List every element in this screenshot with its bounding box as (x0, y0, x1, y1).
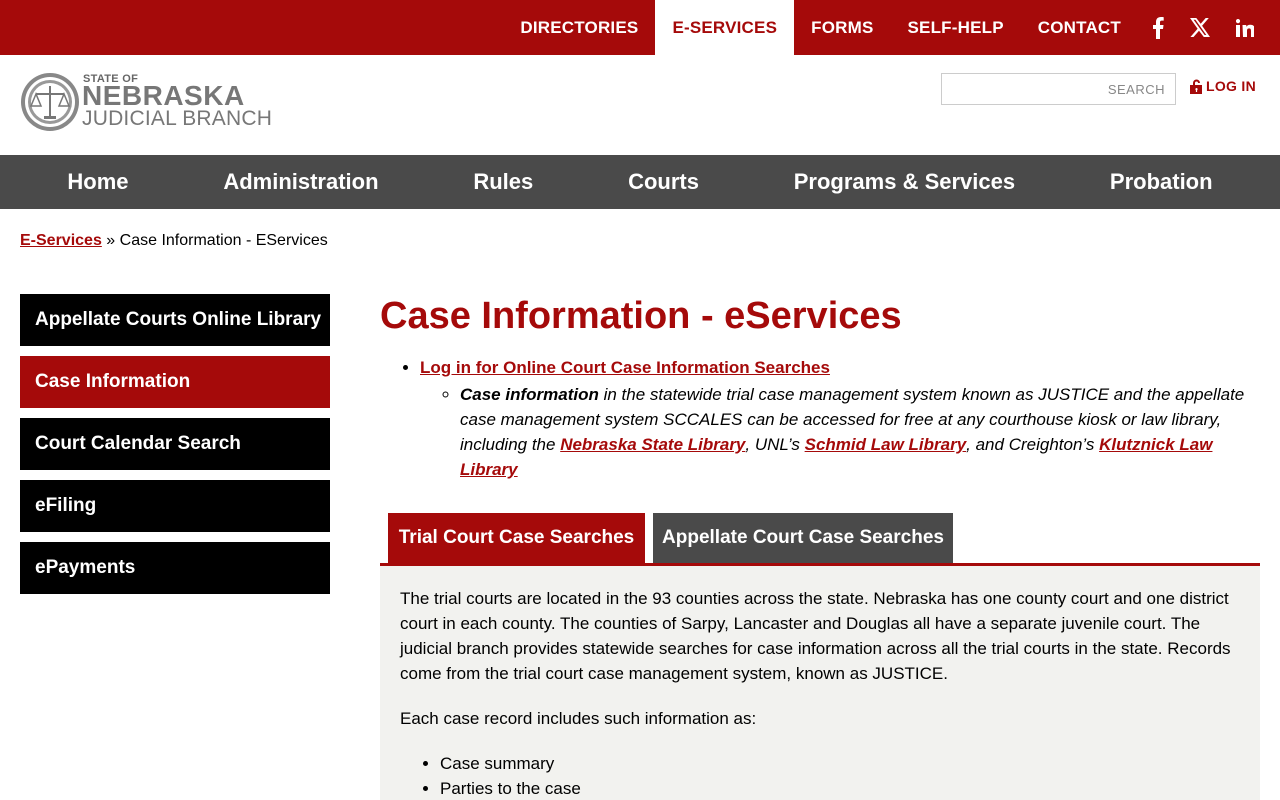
nav-contact[interactable]: CONTACT (1021, 0, 1138, 55)
schmid-law-library-link[interactable]: Schmid Law Library (805, 435, 967, 454)
nav-e-services[interactable]: E-SERVICES (655, 0, 795, 55)
page-title: Case Information - eServices (380, 295, 902, 337)
sub-text-3: , and Creighton’s (966, 434, 1100, 454)
logo-judicial-branch: JUDICIAL BRANCH (82, 107, 273, 130)
sub-text-2: , UNL’s (745, 434, 805, 454)
list-item: Parties to the case (440, 776, 1240, 800)
main-nav-programs-services[interactable]: Programs & Services (794, 169, 1015, 195)
site-logo[interactable]: STATE OF NEBRASKA JUDICIAL BRANCH (20, 72, 278, 136)
nebraska-seal-icon (21, 73, 79, 131)
main-nav-rules[interactable]: Rules (473, 169, 533, 195)
facebook-icon[interactable] (1138, 0, 1176, 55)
sidebar-item-case-information[interactable]: Case Information (20, 356, 330, 408)
case-info-bold: Case information (460, 384, 599, 404)
x-icon[interactable] (1176, 0, 1222, 55)
linkedin-icon[interactable] (1222, 0, 1280, 55)
nav-self-help[interactable]: SELF-HELP (891, 0, 1021, 55)
nav-forms[interactable]: FORMS (794, 0, 890, 55)
sidebar-item-efiling[interactable]: eFiling (20, 480, 330, 532)
panel-paragraph-2: Each case record includes such informati… (400, 709, 757, 728)
nav-directories[interactable]: DIRECTORIES (503, 0, 655, 55)
login-label: LOG IN (1206, 78, 1257, 94)
login-search-link[interactable]: Log in for Online Court Case Information… (420, 358, 830, 377)
main-nav-probation[interactable]: Probation (1110, 169, 1213, 195)
main-content: Case Information - eServices Log in for … (380, 290, 1260, 800)
lock-icon (1190, 79, 1202, 94)
logo-nebraska: NEBRASKA (82, 80, 245, 111)
list-item: Case summary (440, 751, 1240, 776)
tab-trial-court[interactable]: Trial Court Case Searches (388, 513, 645, 563)
tab-appellate-court[interactable]: Appellate Court Case Searches (653, 513, 953, 563)
intro-sublist: Case information in the statewide trial … (460, 382, 1260, 482)
case-record-list: Case summary Parties to the case (440, 751, 1240, 800)
intro-list: Log in for Online Court Case Information… (380, 358, 1260, 482)
sidebar: Appellate Courts Online Library Case Inf… (20, 294, 330, 604)
breadcrumb: E-Services » Case Information - EService… (20, 232, 328, 250)
breadcrumb-e-services[interactable]: E-Services (20, 232, 102, 249)
intro-subitem: Case information in the statewide trial … (460, 382, 1260, 482)
utility-bar: DIRECTORIES E-SERVICES FORMS SELF-HELP C… (0, 0, 1280, 55)
search-tabs: Trial Court Case Searches Appellate Cour… (380, 513, 1260, 566)
breadcrumb-separator: » (106, 232, 116, 249)
main-nav-courts[interactable]: Courts (628, 169, 699, 195)
search-input[interactable] (941, 73, 1176, 105)
breadcrumb-current: Case Information - EServices (119, 232, 328, 249)
tab-panel: The trial courts are located in the 93 c… (380, 566, 1260, 800)
nebraska-state-library-link[interactable]: Nebraska State Library (560, 435, 745, 454)
sidebar-item-epayments[interactable]: ePayments (20, 542, 330, 594)
intro-item: Log in for Online Court Case Information… (420, 358, 1260, 482)
main-nav: Home Administration Rules Courts Program… (0, 155, 1280, 209)
main-nav-administration[interactable]: Administration (223, 169, 378, 195)
panel-paragraph-1: The trial courts are located in the 93 c… (400, 589, 1231, 683)
login-link[interactable]: LOG IN (1190, 78, 1256, 94)
sidebar-item-appellate-library[interactable]: Appellate Courts Online Library (20, 294, 330, 346)
sidebar-item-court-calendar[interactable]: Court Calendar Search (20, 418, 330, 470)
utility-nav: DIRECTORIES E-SERVICES FORMS SELF-HELP C… (503, 0, 1280, 55)
main-nav-home[interactable]: Home (67, 169, 128, 195)
